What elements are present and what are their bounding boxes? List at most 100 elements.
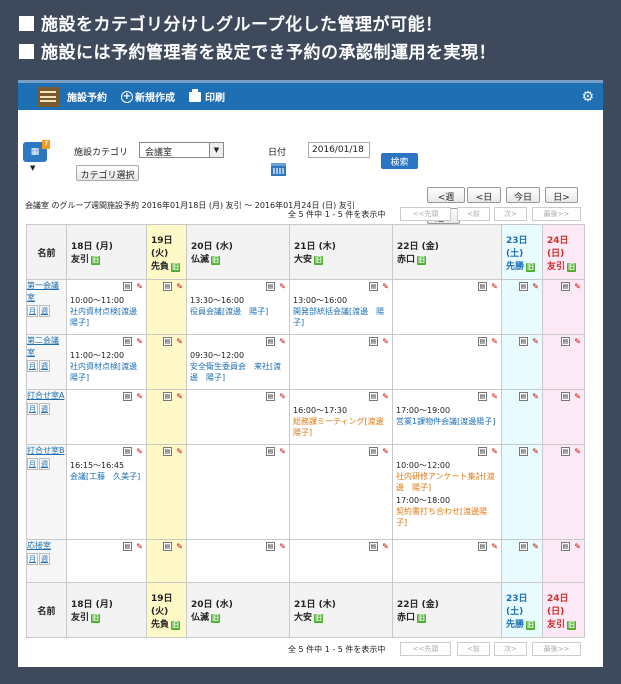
day-cell[interactable]: ▤ ✎	[146, 444, 187, 540]
monthly-view-icon[interactable]: ▤	[123, 392, 132, 401]
room-name-link[interactable]: 第一会議室	[27, 280, 66, 304]
day-header[interactable]: 22日 (金) 赤口旧	[392, 582, 502, 638]
monthly-view-icon[interactable]: ▤	[369, 447, 378, 456]
monthly-view-icon[interactable]: ▤	[266, 447, 275, 456]
edit-pencil-icon[interactable]: ✎	[134, 337, 143, 346]
monthly-view-icon[interactable]: ▤	[163, 542, 172, 551]
edit-pencil-icon[interactable]: ✎	[174, 282, 183, 291]
day-cell[interactable]: ▤ ✎	[289, 444, 393, 540]
day-cell[interactable]: ▤ ✎ 10:00～11:00 社内資材点検[渡邊 陽子]	[66, 279, 147, 335]
monthly-view-icon[interactable]: ▤	[163, 337, 172, 346]
monthly-view-icon[interactable]: ▤	[123, 337, 132, 346]
day-cell[interactable]: ▤ ✎	[186, 389, 290, 445]
monthly-view-icon[interactable]: ▤	[478, 282, 487, 291]
monthly-view-icon[interactable]: ▤	[369, 392, 378, 401]
category-select[interactable]: 会議室 ▼	[139, 142, 224, 158]
edit-pencil-icon[interactable]: ✎	[134, 447, 143, 456]
category-select-button[interactable]: カテゴリ選択	[76, 165, 139, 181]
monthly-view-icon[interactable]: ▤	[369, 542, 378, 551]
edit-pencil-icon[interactable]: ✎	[530, 282, 539, 291]
month-view-link[interactable]: 月	[27, 360, 38, 372]
room-name-link[interactable]: 打合せ室B	[27, 445, 66, 457]
day-cell[interactable]: ▤ ✎	[289, 334, 393, 390]
edit-pencil-icon[interactable]: ✎	[489, 542, 498, 551]
day-cell[interactable]: ▤ ✎	[289, 539, 393, 583]
edit-pencil-icon[interactable]: ✎	[380, 447, 389, 456]
edit-pencil-icon[interactable]: ✎	[530, 447, 539, 456]
reservation-entry[interactable]: 17:00～18:00 契約書打ち合わせ[渡邊陽子]	[396, 495, 498, 528]
chevron-down-icon[interactable]: ▼	[30, 164, 35, 172]
edit-pencil-icon[interactable]: ✎	[489, 337, 498, 346]
week-view-link[interactable]: 週	[39, 360, 50, 372]
reservation-title-link[interactable]: 開発部統括会議[渡邊 陽子]	[293, 306, 389, 328]
prev-page-button[interactable]: <前	[457, 207, 490, 221]
monthly-view-icon[interactable]: ▤	[266, 392, 275, 401]
monthly-view-icon[interactable]: ▤	[123, 542, 132, 551]
monthly-view-icon[interactable]: ▤	[519, 447, 528, 456]
edit-pencil-icon[interactable]: ✎	[174, 392, 183, 401]
reservation-title-link[interactable]: 安全衛生委員会 来社[渡邊 陽子]	[190, 361, 286, 383]
next-page-button[interactable]: 次>	[494, 207, 527, 221]
gear-icon[interactable]: ⚙	[581, 89, 594, 105]
search-button[interactable]: 検索	[381, 153, 418, 169]
day-header[interactable]: 22日 (金) 赤口旧	[392, 224, 502, 280]
edit-pencil-icon[interactable]: ✎	[174, 337, 183, 346]
day-header[interactable]: 24日 (日) 友引旧	[542, 582, 585, 638]
print-button[interactable]: 印刷	[189, 88, 225, 104]
day-cell[interactable]: ▤ ✎	[146, 389, 187, 445]
monthly-view-icon[interactable]: ▤	[163, 392, 172, 401]
edit-pencil-icon[interactable]: ✎	[134, 542, 143, 551]
monthly-view-icon[interactable]: ▤	[478, 392, 487, 401]
week-view-link[interactable]: 週	[39, 305, 50, 317]
day-header[interactable]: 23日 (土) 先勝旧	[501, 224, 543, 280]
monthly-view-icon[interactable]: ▤	[519, 542, 528, 551]
day-cell[interactable]: ▤ ✎ 17:00～19:00 営業1課物件会議[渡邊陽子]	[392, 389, 502, 445]
monthly-view-icon[interactable]: ▤	[266, 542, 275, 551]
monthly-view-icon[interactable]: ▤	[369, 337, 378, 346]
monthly-view-icon[interactable]: ▤	[369, 282, 378, 291]
edit-pencil-icon[interactable]: ✎	[489, 447, 498, 456]
day-cell[interactable]: ▤ ✎	[501, 539, 543, 583]
monthly-view-icon[interactable]: ▤	[478, 447, 487, 456]
day-header[interactable]: 20日 (水) 仏滅旧	[186, 582, 290, 638]
day-cell[interactable]: ▤ ✎ 16:15～16:45 会議[工藤 久美子]	[66, 444, 147, 540]
edit-pencil-icon[interactable]: ✎	[380, 337, 389, 346]
month-view-link[interactable]: 月	[27, 403, 38, 415]
day-cell[interactable]: ▤ ✎	[66, 389, 147, 445]
day-cell[interactable]: ▤ ✎	[392, 279, 502, 335]
reservation-entry[interactable]: 16:15～16:45 会議[工藤 久美子]	[70, 460, 143, 482]
new-button[interactable]: + 新規作成	[121, 89, 175, 104]
day-cell[interactable]: ▤ ✎	[146, 279, 187, 335]
edit-pencil-icon[interactable]: ✎	[134, 282, 143, 291]
edit-pencil-icon[interactable]: ✎	[174, 447, 183, 456]
week-view-link[interactable]: 週	[39, 553, 50, 565]
edit-pencil-icon[interactable]: ✎	[572, 447, 581, 456]
facility-icon[interactable]: ▦ 7	[23, 140, 50, 162]
reservation-title-link[interactable]: 社内研修アンケート集計[渡邊 陽子]	[396, 471, 498, 493]
edit-pencil-icon[interactable]: ✎	[174, 542, 183, 551]
day-cell[interactable]: ▤ ✎	[146, 334, 187, 390]
reservation-title-link[interactable]: 役員会議[渡邊 陽子]	[190, 306, 286, 317]
menu-icon[interactable]	[37, 86, 59, 107]
prev-day-button[interactable]: <日	[467, 187, 501, 203]
day-cell[interactable]: ▤ ✎ 10:00～12:00 社内研修アンケート集計[渡邊 陽子] 17:00～18:…	[392, 444, 502, 540]
reservation-title-link[interactable]: 契約書打ち合わせ[渡邊陽子]	[396, 506, 498, 528]
reservation-title-link[interactable]: 営業1課物件会議[渡邊陽子]	[396, 416, 498, 427]
reservation-title-link[interactable]: 社内資材点検[渡邊 陽子]	[70, 361, 145, 383]
monthly-view-icon[interactable]: ▤	[561, 282, 570, 291]
edit-pencil-icon[interactable]: ✎	[530, 542, 539, 551]
day-cell[interactable]: ▤ ✎	[186, 444, 290, 540]
edit-pencil-icon[interactable]: ✎	[489, 282, 498, 291]
week-view-link[interactable]: 週	[39, 403, 50, 415]
prev-week-button[interactable]: <週	[427, 187, 465, 203]
edit-pencil-icon[interactable]: ✎	[277, 447, 286, 456]
day-cell[interactable]: ▤ ✎	[542, 389, 585, 445]
day-header[interactable]: 21日 (木) 大安旧	[289, 582, 393, 638]
day-cell[interactable]: ▤ ✎	[542, 539, 585, 583]
day-cell[interactable]: ▤ ✎	[542, 444, 585, 540]
room-name-link[interactable]: 応接室	[27, 540, 66, 552]
monthly-view-icon[interactable]: ▤	[561, 447, 570, 456]
edit-pencil-icon[interactable]: ✎	[380, 282, 389, 291]
edit-pencil-icon[interactable]: ✎	[572, 542, 581, 551]
edit-pencil-icon[interactable]: ✎	[572, 392, 581, 401]
